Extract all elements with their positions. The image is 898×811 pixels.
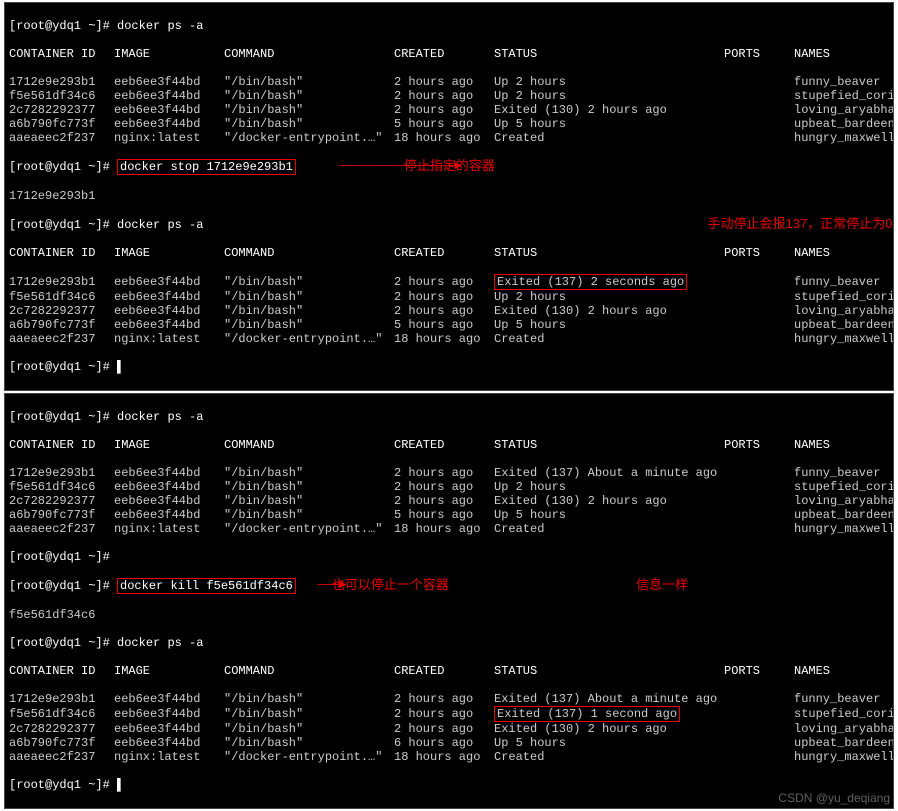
cursor-icon: ▌	[117, 360, 124, 374]
prompt: [root@ydq1 ~]#	[9, 410, 110, 424]
kill-output: f5e561df34c6	[9, 608, 889, 622]
prompt: [root@ydq1 ~]#	[9, 360, 110, 374]
table-row: aaeaeec2f237nginx:latest"/docker-entrypo…	[9, 522, 889, 536]
table-row: 2c7282292377eeb6ee3f44bd"/bin/bash"2 hou…	[9, 103, 889, 117]
annot-stop-label: 停止指定的容器	[404, 158, 495, 173]
table-row: 1712e9e293b1eeb6ee3f44bd"/bin/bash"2 hou…	[9, 692, 889, 706]
status-highlight: Exited (137) 1 second ago	[494, 706, 680, 722]
terminal-2[interactable]: [root@ydq1 ~]# docker ps -a CONTAINER ID…	[4, 393, 894, 809]
prompt: [root@ydq1 ~]#	[9, 636, 110, 650]
terminal-1[interactable]: [root@ydq1 ~]# docker ps -a CONTAINER ID…	[4, 2, 894, 391]
terminal-block-lower: [root@ydq1 ~]# docker ps -a CONTAINER ID…	[0, 393, 898, 809]
command-docker-kill: docker kill f5e561df34c6	[117, 578, 296, 594]
table-row: 1712e9e293b1eeb6ee3f44bd"/bin/bash"2 hou…	[9, 75, 889, 89]
table-row: 1712e9e293b1eeb6ee3f44bd"/bin/bash"2 hou…	[9, 274, 889, 290]
docker-ps-header: CONTAINER IDIMAGECOMMANDCREATEDSTATUSPOR…	[9, 438, 889, 452]
table-row: a6b790fc773feeb6ee3f44bd"/bin/bash"5 hou…	[9, 508, 889, 522]
cursor-icon: ▌	[117, 778, 124, 792]
table-row: f5e561df34c6eeb6ee3f44bd"/bin/bash"2 hou…	[9, 480, 889, 494]
terminal-block-upper: [root@ydq1 ~]# docker ps -a CONTAINER ID…	[0, 2, 898, 391]
command-ps: docker ps -a	[117, 636, 203, 650]
table-row: aaeaeec2f237nginx:latest"/docker-entrypo…	[9, 750, 889, 764]
table-row: f5e561df34c6eeb6ee3f44bd"/bin/bash"2 hou…	[9, 706, 889, 722]
docker-ps-header: CONTAINER IDIMAGECOMMANDCREATEDSTATUSPOR…	[9, 246, 889, 260]
prompt: [root@ydq1 ~]#	[9, 579, 110, 593]
table-row: 2c7282292377eeb6ee3f44bd"/bin/bash"2 hou…	[9, 304, 889, 318]
prompt: [root@ydq1 ~]#	[9, 19, 110, 33]
annot-same-label: 信息一样	[636, 577, 688, 592]
prompt: [root@ydq1 ~]#	[9, 218, 110, 232]
table-row: aaeaeec2f237nginx:latest"/docker-entrypo…	[9, 131, 889, 145]
table-row: f5e561df34c6eeb6ee3f44bd"/bin/bash"2 hou…	[9, 89, 889, 103]
table-row: 2c7282292377eeb6ee3f44bd"/bin/bash"2 hou…	[9, 722, 889, 736]
status-highlight: Exited (137) 2 seconds ago	[494, 274, 687, 290]
prompt: [root@ydq1 ~]#	[9, 160, 110, 174]
table-row: aaeaeec2f237nginx:latest"/docker-entrypo…	[9, 332, 889, 346]
annot-kill-label: 也可以停止一个容器	[332, 577, 449, 592]
command-ps: docker ps -a	[117, 410, 203, 424]
table-row: f5e561df34c6eeb6ee3f44bd"/bin/bash"2 hou…	[9, 290, 889, 304]
command-docker-stop: docker stop 1712e9e293b1	[117, 159, 296, 175]
annot-exit137: 手动停止会报137，正常停止为0	[708, 216, 893, 231]
docker-ps-header: CONTAINER IDIMAGECOMMANDCREATEDSTATUSPOR…	[9, 664, 889, 678]
table-row: a6b790fc773feeb6ee3f44bd"/bin/bash"5 hou…	[9, 117, 889, 131]
prompt: [root@ydq1 ~]#	[9, 778, 110, 792]
table-row: 2c7282292377eeb6ee3f44bd"/bin/bash"2 hou…	[9, 494, 889, 508]
docker-ps-header: CONTAINER IDIMAGECOMMANDCREATEDSTATUSPOR…	[9, 47, 889, 61]
prompt: [root@ydq1 ~]#	[9, 550, 110, 564]
command-ps: docker ps -a	[117, 218, 203, 232]
table-row: a6b790fc773feeb6ee3f44bd"/bin/bash"5 hou…	[9, 318, 889, 332]
stop-output: 1712e9e293b1	[9, 189, 889, 203]
table-row: a6b790fc773feeb6ee3f44bd"/bin/bash"6 hou…	[9, 736, 889, 750]
watermark: CSDN @yu_deqiang	[778, 791, 890, 805]
command-ps: docker ps -a	[117, 19, 203, 33]
table-row: 1712e9e293b1eeb6ee3f44bd"/bin/bash"2 hou…	[9, 466, 889, 480]
